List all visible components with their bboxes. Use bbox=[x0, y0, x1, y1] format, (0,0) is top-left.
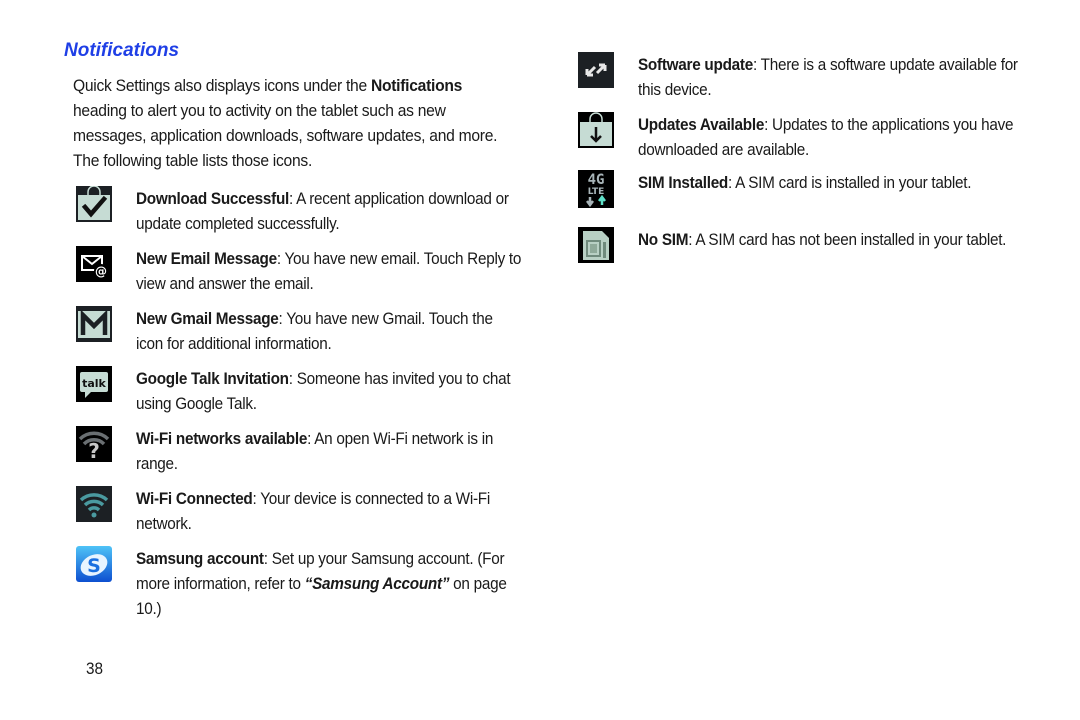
intro-paragraph: Quick Settings also displays icons under… bbox=[73, 73, 515, 173]
page-number: 38 bbox=[86, 659, 104, 678]
entry-text: Wi-Fi networks available: An open Wi-Fi … bbox=[136, 426, 523, 476]
entry-term: Google Talk Invitation bbox=[136, 369, 289, 388]
svg-text:?: ? bbox=[88, 439, 100, 462]
entry-term: New Email Message bbox=[136, 249, 277, 268]
talk-icon-label: talk bbox=[82, 377, 106, 390]
entry-text: New Email Message: You have new email. T… bbox=[136, 246, 523, 296]
new-email-icon: @ bbox=[76, 246, 112, 282]
updates-available-icon bbox=[578, 112, 614, 148]
no-sim-icon bbox=[578, 227, 614, 263]
entry-text: No SIM: A SIM card has not been installe… bbox=[638, 227, 1034, 252]
entry-text: Software update: There is a software upd… bbox=[638, 52, 1034, 102]
new-gmail-icon bbox=[76, 306, 112, 342]
svg-text:@: @ bbox=[95, 265, 107, 279]
samsung-account-icon: S bbox=[76, 546, 112, 582]
entry-term: Download Successful bbox=[136, 189, 290, 208]
intro-bold-term: Notifications bbox=[370, 76, 463, 95]
entry-term: Wi-Fi networks available bbox=[136, 429, 308, 448]
intro-text-rest: heading to alert you to activity on the … bbox=[73, 101, 498, 170]
entry-term: Samsung account bbox=[136, 549, 264, 568]
wifi-available-icon: ? bbox=[76, 426, 112, 462]
sim-icon-4g-label: 4G bbox=[588, 172, 605, 188]
entry-term: SIM Installed bbox=[638, 173, 729, 192]
entry-text: Wi-Fi Connected: Your device is connecte… bbox=[136, 486, 523, 536]
cross-reference-link[interactable]: “Samsung Account” bbox=[305, 574, 450, 593]
sim-installed-icon: 4G LTE bbox=[578, 170, 614, 208]
software-update-icon bbox=[578, 52, 614, 88]
entry-desc: : A SIM card has not been installed in y… bbox=[688, 230, 1007, 249]
entry-term: Updates Available bbox=[638, 115, 765, 134]
entry-term: Wi-Fi Connected bbox=[136, 489, 253, 508]
entry-term: New Gmail Message bbox=[136, 309, 279, 328]
entry-text: New Gmail Message: You have new Gmail. T… bbox=[136, 306, 523, 356]
google-talk-icon: talk bbox=[76, 366, 112, 402]
entry-text: SIM Installed: A SIM card is installed i… bbox=[638, 170, 1034, 195]
entry-text: Google Talk Invitation: Someone has invi… bbox=[136, 366, 523, 416]
section-heading: Notifications bbox=[64, 40, 180, 61]
entry-text: Samsung account: Set up your Samsung acc… bbox=[136, 546, 523, 621]
entry-term: Software update bbox=[638, 55, 753, 74]
entry-text: Updates Available: Updates to the applic… bbox=[638, 112, 1034, 162]
entry-text: Download Successful: A recent applicatio… bbox=[136, 186, 523, 236]
samsung-icon-letter: S bbox=[87, 555, 101, 577]
entry-term: No SIM bbox=[638, 230, 689, 249]
entry-desc: : A SIM card is installed in your tablet… bbox=[728, 173, 972, 192]
download-successful-icon bbox=[76, 186, 112, 222]
wifi-connected-icon bbox=[76, 486, 112, 522]
intro-text: Quick Settings also displays icons under… bbox=[73, 76, 371, 95]
